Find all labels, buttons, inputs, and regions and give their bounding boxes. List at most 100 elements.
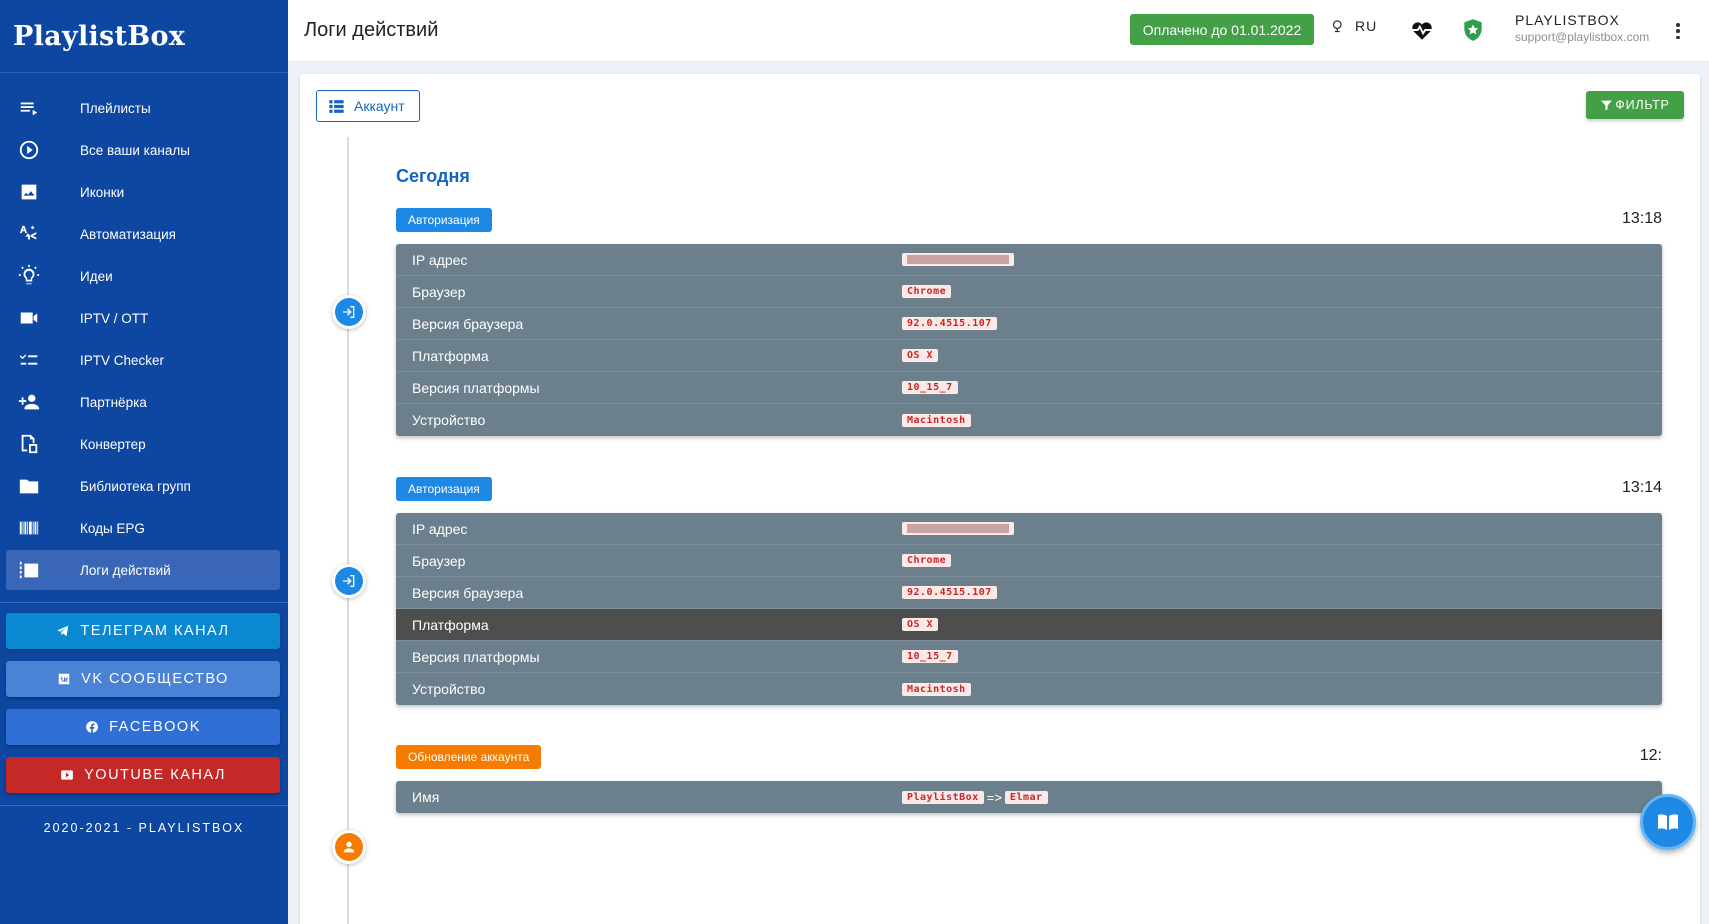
change-arrow: => <box>986 789 1002 805</box>
social-label: ТЕЛЕГРАМ КАНАЛ <box>80 623 230 639</box>
sidebar-item-label: Библиотека групп <box>80 478 191 494</box>
login-icon <box>343 306 355 318</box>
page-title: Логи действий <box>304 19 439 41</box>
redacted-ip-value <box>902 253 1014 266</box>
social-label: FACEBOOK <box>109 719 201 735</box>
account-circle-icon <box>343 841 355 853</box>
detail-value: Macintosh <box>902 682 971 696</box>
detail-key: Устройство <box>412 681 486 697</box>
event-details-table: IP адрес Браузер Chrome Версия браузера 92… <box>396 513 1662 705</box>
top-header: Логи действий Оплачено до 01.01.2022 RU … <box>288 0 1709 62</box>
sidebar-item-group-library[interactable]: Библиотека групп <box>6 466 280 506</box>
security-shield-icon[interactable] <box>1460 17 1486 43</box>
sidebar: PlaylistBox Плейлисты Все ваши каналы Ик… <box>0 0 288 924</box>
sidebar-item-epg-codes[interactable]: Коды EPG <box>6 508 280 548</box>
social-label: YOUTUBE КАНАЛ <box>84 767 226 783</box>
event-type-badge: Авторизация <box>396 208 492 232</box>
new-value: Elmar <box>1004 790 1048 804</box>
book-icon <box>1658 814 1678 830</box>
timeline-line <box>347 137 349 924</box>
list-icon <box>329 99 344 113</box>
sidebar-item-label: Автоматизация <box>80 226 176 242</box>
table-row: Имя PlaylistBox => Elmar <box>396 781 1662 813</box>
detail-key: Версия платформы <box>412 379 540 396</box>
table-row: Браузер Chrome <box>396 276 1662 308</box>
table-row: Платформа OS X <box>396 609 1662 641</box>
playlist-icon <box>16 95 42 121</box>
account-button[interactable]: Аккаунт <box>316 90 420 122</box>
image-icon <box>16 179 42 205</box>
facebook-icon <box>86 721 99 733</box>
event-type-badge: Обновление аккаунта <box>396 745 542 769</box>
detail-key: Платформа <box>412 616 489 633</box>
checkbox-list-icon <box>16 557 42 583</box>
sidebar-item-channels[interactable]: Все ваши каналы <box>6 130 280 170</box>
sidebar-item-iptv-ott[interactable]: IPTV / OTT <box>6 298 280 338</box>
sidebar-item-icons[interactable]: Иконки <box>6 172 280 212</box>
table-row: Платформа OS X <box>396 340 1662 372</box>
filter-button[interactable]: ФИЛЬТР <box>1586 91 1684 119</box>
account-button-label: Аккаунт <box>354 98 405 114</box>
copyright-text: 2020-2021 - PLAYLISTBOX <box>0 805 288 835</box>
app-logo[interactable]: PlaylistBox <box>0 0 288 73</box>
table-row: Устройство Macintosh <box>396 404 1662 436</box>
table-row: IP адрес <box>396 513 1662 545</box>
table-row: Устройство Macintosh <box>396 673 1662 705</box>
folder-icon <box>16 473 42 499</box>
detail-key: Браузер <box>412 283 466 300</box>
filter-icon <box>1601 100 1613 110</box>
event-time: 12: <box>1639 747 1662 764</box>
person-add-icon <box>16 389 42 415</box>
sidebar-item-ideas[interactable]: Идеи <box>6 256 280 296</box>
health-monitor-icon[interactable] <box>1409 17 1435 43</box>
automation-icon <box>16 221 42 247</box>
vk-icon <box>58 673 70 685</box>
detail-key: Устройство <box>412 412 486 428</box>
detail-value: OS X <box>902 349 939 362</box>
sidebar-item-iptv-checker[interactable]: IPTV Checker <box>6 340 280 380</box>
checklist-icon <box>16 347 42 373</box>
facebook-button[interactable]: FACEBOOK <box>6 709 280 745</box>
paid-until-badge[interactable]: Оплачено до 01.01.2022 <box>1130 14 1314 45</box>
telegram-channel-button[interactable]: ТЕЛЕГРАМ КАНАЛ <box>6 613 280 649</box>
timeline-marker <box>332 830 366 864</box>
language-selector[interactable]: RU <box>1331 18 1377 34</box>
vk-community-button[interactable]: VK СООБЩЕСТВО <box>6 661 280 697</box>
old-value: PlaylistBox <box>902 790 984 804</box>
detail-value: 10_15_7 <box>902 650 958 663</box>
sidebar-item-label: Конвертер <box>80 436 146 452</box>
login-icon <box>343 575 355 587</box>
detail-value: OS X <box>902 618 939 631</box>
convert-icon <box>16 431 42 457</box>
sidebar-item-playlists[interactable]: Плейлисты <box>6 88 280 128</box>
table-row: IP адрес <box>396 244 1662 276</box>
detail-value: 10_15_7 <box>902 381 958 394</box>
detail-value: 92.0.4515.107 <box>902 317 997 330</box>
sidebar-item-label: Все ваши каналы <box>80 142 190 158</box>
sidebar-item-label: Партнёрка <box>80 394 147 410</box>
more-menu-icon[interactable] <box>1673 20 1683 42</box>
barcode-icon <box>16 515 42 541</box>
sidebar-item-automation[interactable]: Автоматизация <box>6 214 280 254</box>
sidebar-item-partners[interactable]: Партнёрка <box>6 382 280 422</box>
sidebar-item-label: Иконки <box>80 184 125 200</box>
sidebar-item-action-logs[interactable]: Логи действий <box>6 550 280 590</box>
sidebar-item-converter[interactable]: Конвертер <box>6 424 280 464</box>
filter-button-label: ФИЛЬТР <box>1615 98 1670 112</box>
social-label: VK СООБЩЕСТВО <box>81 671 229 687</box>
detail-key: Версия браузера <box>412 315 524 332</box>
docs-book-button[interactable] <box>1640 794 1696 850</box>
user-name[interactable]: PLAYLISTBOX <box>1515 12 1620 28</box>
telegram-icon <box>57 625 69 637</box>
table-row: Версия платформы 10_15_7 <box>396 641 1662 673</box>
table-row: Версия браузера 92.0.4515.107 <box>396 577 1662 609</box>
play-circle-icon <box>16 137 42 163</box>
detail-key: Имя <box>412 789 440 805</box>
detail-key: Версия браузера <box>412 584 524 601</box>
sidebar-item-label: IPTV Checker <box>80 352 165 368</box>
youtube-icon <box>61 770 73 780</box>
youtube-channel-button[interactable]: YOUTUBE КАНАЛ <box>6 757 280 793</box>
translate-icon <box>1332 19 1342 32</box>
detail-key: Версия платформы <box>412 648 540 665</box>
language-code: RU <box>1355 18 1378 34</box>
